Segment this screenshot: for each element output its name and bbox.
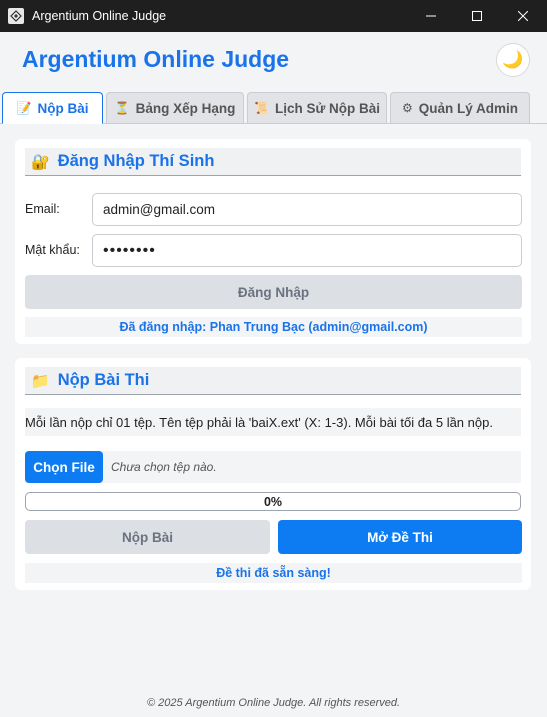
exam-status: Đề thi đã sẵn sàng!: [25, 563, 522, 583]
upload-progress-bar: 0%: [25, 492, 521, 511]
folder-icon: 📁: [31, 372, 50, 390]
close-button[interactable]: [500, 0, 546, 32]
theme-toggle-button[interactable]: 🌙: [496, 43, 530, 77]
tab-bar: 📝 Nộp Bài ⏳ Bảng Xếp Hạng 📜 Lịch Sử Nộp …: [0, 92, 547, 124]
submit-card: 📁 Nộp Bài Thi Mỗi lần nộp chỉ 01 tệp. Tê…: [15, 358, 531, 590]
file-status: Chưa chọn tệp nào.: [111, 460, 217, 474]
password-value: ••••••••: [103, 241, 156, 259]
window-titlebar: Argentium Online Judge: [0, 0, 547, 32]
login-section-title: Đăng Nhập Thí Sinh: [57, 152, 215, 170]
maximize-button[interactable]: [454, 0, 500, 32]
maximize-icon: [472, 11, 482, 21]
login-section-header: 🔐 Đăng Nhập Thí Sinh: [25, 148, 521, 176]
progress-text: 0%: [263, 494, 283, 509]
login-button[interactable]: Đăng Nhập: [25, 275, 522, 309]
tab-label: Nộp Bài: [37, 100, 89, 116]
close-icon: [518, 11, 528, 21]
submission-rules-note: Mỗi lần nộp chỉ 01 tệp. Tên tệp phải là …: [25, 408, 521, 436]
tab-label: Lịch Sử Nộp Bài: [274, 100, 380, 116]
email-label: Email:: [25, 202, 60, 216]
email-value: admin@gmail.com: [103, 202, 215, 217]
file-picker: Chọn File Chưa chọn tệp nào.: [25, 451, 521, 483]
submit-section-title: Nộp Bài Thi: [57, 371, 150, 389]
tab-label: Quản Lý Admin: [418, 100, 519, 116]
password-field[interactable]: ••••••••: [92, 234, 522, 267]
login-card: 🔐 Đăng Nhập Thí Sinh Email: admin@gmail.…: [15, 139, 531, 344]
submit-button[interactable]: Nộp Bài: [25, 520, 270, 554]
tab-leaderboard[interactable]: ⏳ Bảng Xếp Hạng: [106, 92, 244, 123]
scroll-icon: 📜: [254, 101, 269, 115]
footer-copyright: © 2025 Argentium Online Judge. All right…: [146, 697, 401, 709]
app-icon: [8, 8, 24, 24]
tab-history[interactable]: 📜 Lịch Sử Nộp Bài: [247, 92, 387, 123]
tab-submit[interactable]: 📝 Nộp Bài: [2, 92, 103, 124]
lock-icon: 🔐: [31, 153, 50, 171]
tab-label: Bảng Xếp Hạng: [135, 100, 236, 116]
password-label: Mật khẩu:: [25, 243, 80, 257]
memo-icon: 📝: [16, 101, 32, 115]
minimize-icon: [426, 15, 436, 17]
minimize-button[interactable]: [408, 0, 454, 32]
submit-section-header: 📁 Nộp Bài Thi: [25, 367, 521, 395]
hourglass-icon: ⏳: [114, 101, 130, 115]
email-field[interactable]: admin@gmail.com: [92, 193, 522, 226]
moon-icon: 🌙: [502, 50, 524, 69]
login-status: Đã đăng nhập: Phan Trung Bạc (admin@gmai…: [25, 317, 522, 337]
app-title: Argentium Online Judge: [22, 46, 290, 72]
open-exam-button[interactable]: Mở Đề Thi: [278, 520, 522, 554]
choose-file-button[interactable]: Chọn File: [25, 451, 103, 483]
app-header: Argentium Online Judge: [0, 32, 547, 90]
gear-icon: ⚙: [401, 101, 413, 115]
window-title: Argentium Online Judge: [32, 9, 167, 23]
tab-admin[interactable]: ⚙ Quản Lý Admin: [390, 92, 530, 123]
